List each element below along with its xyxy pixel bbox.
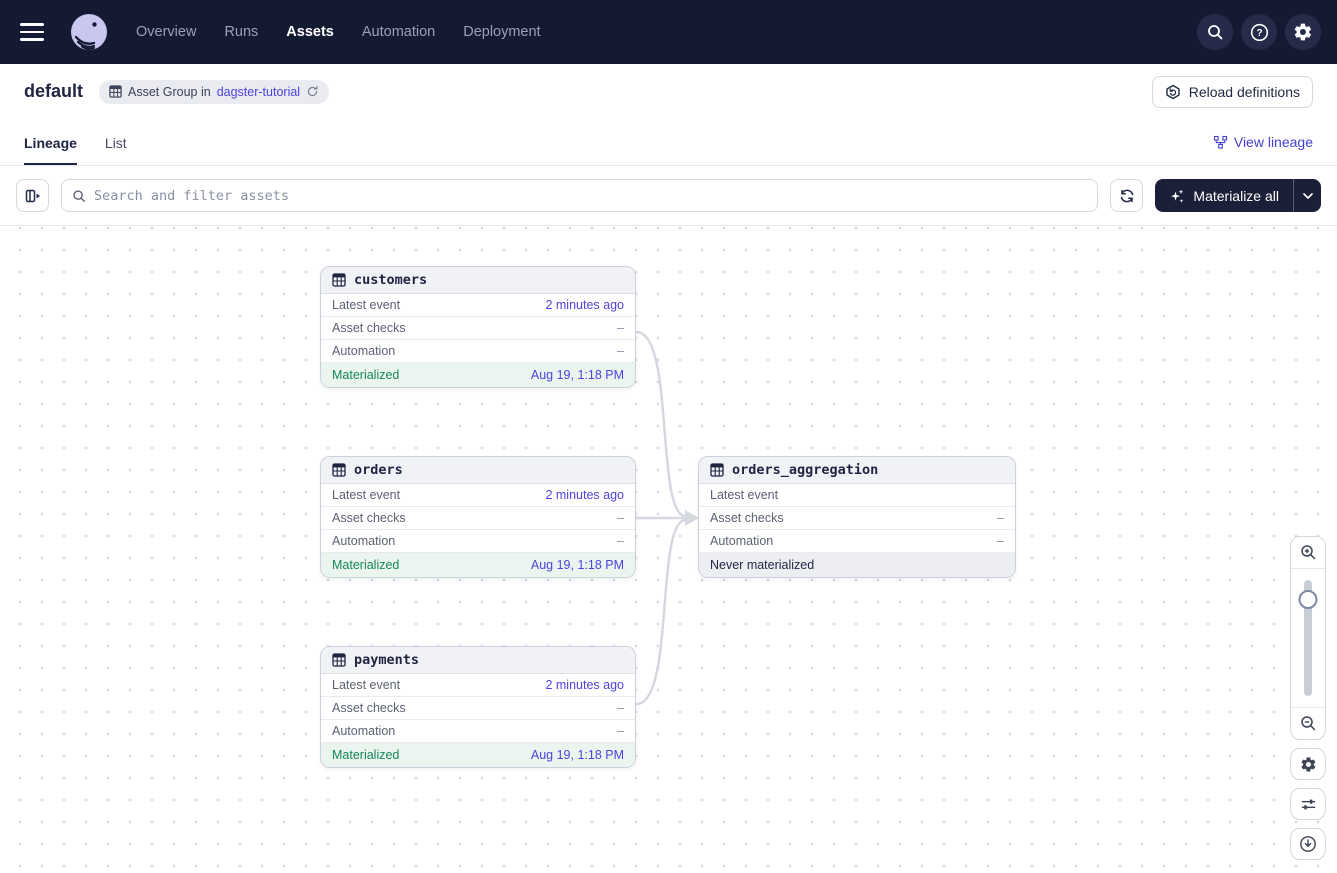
graph-filters-button[interactable] xyxy=(1290,788,1326,820)
table-grid-icon xyxy=(109,85,122,98)
graph-settings-button[interactable] xyxy=(1290,748,1326,780)
zoom-slider-handle[interactable] xyxy=(1299,590,1318,609)
table-asset-icon xyxy=(332,273,346,287)
asset-row-latest-event: Latest event2 minutes ago xyxy=(321,484,635,507)
asset-group-badge: Asset Group in dagster-tutorial xyxy=(99,80,329,104)
tabs-bar: Lineage List View lineage xyxy=(0,119,1337,166)
edge-payments-to-aggregation xyxy=(637,520,684,704)
asset-row-latest-event: Latest event2 minutes ago xyxy=(321,674,635,697)
code-location-link[interactable]: dagster-tutorial xyxy=(217,85,300,99)
top-nav: Overview Runs Assets Automation Deployme… xyxy=(0,0,1337,64)
lineage-edges xyxy=(0,226,1337,872)
download-button[interactable] xyxy=(1290,828,1326,860)
asset-row-asset-checks: Asset checks– xyxy=(321,507,635,530)
tab-list[interactable]: List xyxy=(105,119,127,165)
expand-sidebar-button[interactable] xyxy=(16,179,49,212)
edge-arrowhead xyxy=(685,510,699,526)
search-input[interactable] xyxy=(94,188,1087,204)
table-asset-icon xyxy=(332,463,346,477)
asset-name: orders xyxy=(354,462,403,478)
nav-item-runs[interactable]: Runs xyxy=(224,24,258,40)
asset-status-row: MaterializedAug 19, 1:18 PM xyxy=(321,743,635,767)
code-location-reload-icon xyxy=(1165,84,1181,100)
search-icon[interactable] xyxy=(1197,14,1233,50)
asset-row-latest-event: Latest event xyxy=(699,484,1015,507)
nav-item-overview[interactable]: Overview xyxy=(136,24,196,40)
materialize-all-button[interactable]: Materialize all xyxy=(1155,179,1293,212)
sparkle-icon xyxy=(1169,188,1185,204)
asset-search-box xyxy=(61,179,1098,212)
nav-item-assets[interactable]: Assets xyxy=(286,24,334,40)
asset-card-header: payments xyxy=(321,647,635,674)
asset-node-orders[interactable]: orders Latest event2 minutes ago Asset c… xyxy=(320,456,636,578)
asset-row-automation: Automation– xyxy=(321,720,635,743)
reload-definitions-button[interactable]: Reload definitions xyxy=(1152,76,1313,108)
zoom-out-button[interactable] xyxy=(1291,707,1325,739)
asset-node-customers[interactable]: customers Latest event2 minutes ago Asse… xyxy=(320,266,636,388)
materialize-all-group: Materialize all xyxy=(1155,179,1321,212)
asset-card-header: orders xyxy=(321,457,635,484)
lineage-graph-canvas[interactable]: customers Latest event2 minutes ago Asse… xyxy=(0,226,1337,872)
zoom-in-button[interactable] xyxy=(1291,537,1325,569)
asset-name: payments xyxy=(354,652,419,668)
reload-definitions-label: Reload definitions xyxy=(1189,84,1300,100)
page-title: default xyxy=(24,81,83,102)
dagster-logo-icon[interactable] xyxy=(70,13,108,51)
asset-row-automation: Automation– xyxy=(321,340,635,363)
tab-lineage[interactable]: Lineage xyxy=(24,119,77,165)
edge-customers-to-aggregation xyxy=(637,332,684,516)
page-header: default Asset Group in dagster-tutorial … xyxy=(0,64,1337,119)
graph-toolbar: Materialize all xyxy=(0,166,1337,226)
search-magnifier-icon xyxy=(72,189,86,203)
help-icon[interactable]: ? xyxy=(1241,14,1277,50)
asset-status-row: MaterializedAug 19, 1:18 PM xyxy=(321,363,635,387)
refresh-small-icon[interactable] xyxy=(306,85,319,98)
nav-item-deployment[interactable]: Deployment xyxy=(463,24,540,40)
svg-text:?: ? xyxy=(1256,28,1262,39)
asset-name: customers xyxy=(354,272,427,288)
settings-gear-icon[interactable] xyxy=(1285,14,1321,50)
asset-row-asset-checks: Asset checks– xyxy=(699,507,1015,530)
asset-row-asset-checks: Asset checks– xyxy=(321,697,635,720)
badge-text: Asset Group in xyxy=(128,85,211,99)
asset-card-header: orders_aggregation xyxy=(699,457,1015,484)
materialize-all-label: Materialize all xyxy=(1193,188,1279,204)
asset-row-automation: Automation– xyxy=(321,530,635,553)
materialize-options-caret[interactable] xyxy=(1293,179,1321,212)
asset-node-orders-aggregation[interactable]: orders_aggregation Latest event Asset ch… xyxy=(698,456,1016,578)
refresh-button[interactable] xyxy=(1110,179,1143,212)
nav-links: Overview Runs Assets Automation Deployme… xyxy=(136,24,541,40)
asset-row-automation: Automation– xyxy=(699,530,1015,553)
view-lineage-link[interactable]: View lineage xyxy=(1213,119,1313,165)
table-asset-icon xyxy=(332,653,346,667)
nav-item-automation[interactable]: Automation xyxy=(362,24,435,40)
asset-name: orders_aggregation xyxy=(732,462,878,478)
asset-node-payments[interactable]: payments Latest event2 minutes ago Asset… xyxy=(320,646,636,768)
menu-icon[interactable] xyxy=(20,14,56,50)
asset-card-header: customers xyxy=(321,267,635,294)
asset-row-asset-checks: Asset checks– xyxy=(321,317,635,340)
asset-status-row: Never materialized xyxy=(699,553,1015,577)
view-lineage-label: View lineage xyxy=(1234,134,1313,150)
lineage-graph-icon xyxy=(1213,135,1228,150)
zoom-control xyxy=(1290,536,1326,740)
table-asset-icon xyxy=(710,463,724,477)
zoom-slider-track[interactable] xyxy=(1291,569,1325,707)
asset-row-latest-event: Latest event2 minutes ago xyxy=(321,294,635,317)
asset-status-row: MaterializedAug 19, 1:18 PM xyxy=(321,553,635,577)
